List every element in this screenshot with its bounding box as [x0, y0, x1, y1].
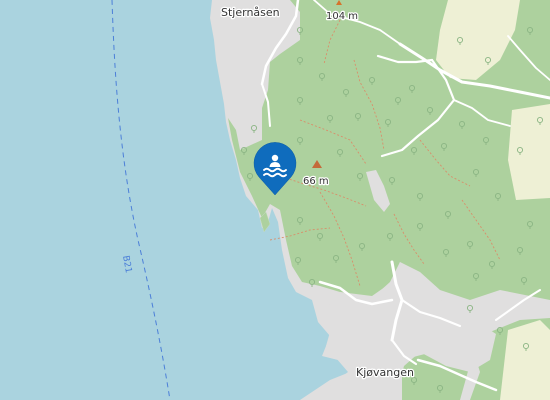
map-canvas[interactable]: Stjernåsen 104 m 66 m Kjøvangen B21 [0, 0, 550, 400]
elevation-label-north: 104 m [326, 11, 358, 22]
place-label-stjernasen: Stjernåsen [221, 6, 280, 19]
farmland-east [508, 104, 550, 200]
map-view[interactable]: Stjernåsen 104 m 66 m Kjøvangen B21 [0, 0, 550, 400]
place-label-kjovangen: Kjøvangen [356, 366, 414, 379]
elevation-label-mid: 66 m [303, 176, 329, 187]
